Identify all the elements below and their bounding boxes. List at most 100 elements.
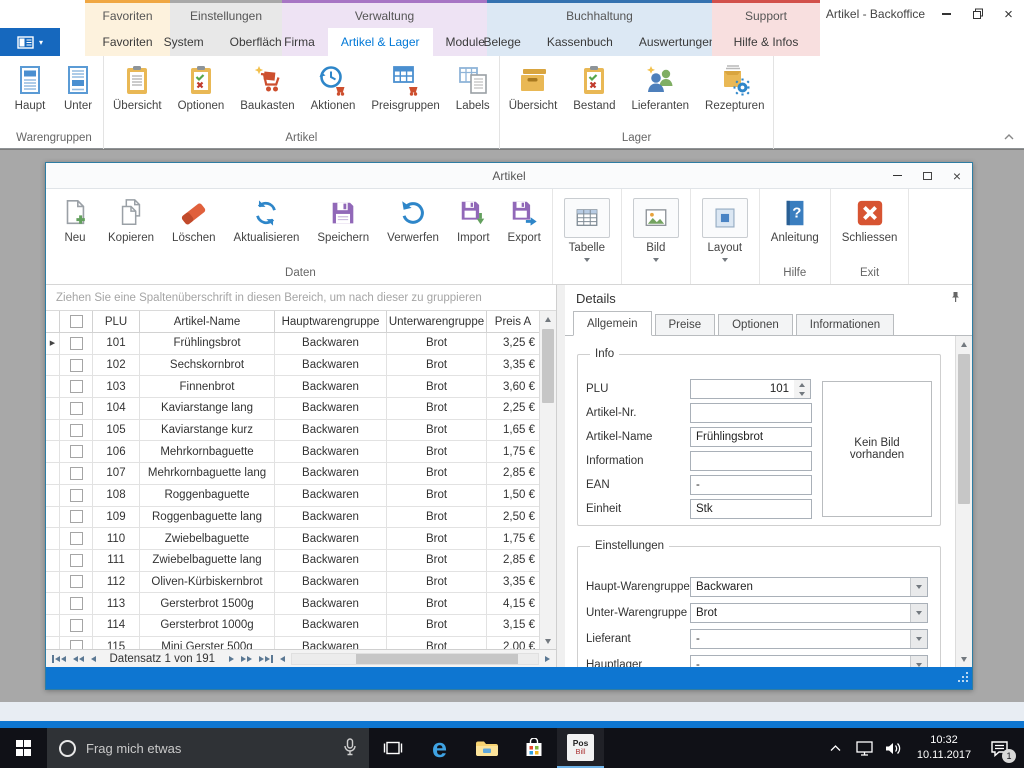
field-ean-input[interactable]: - (690, 475, 812, 495)
toolbar-button-export[interactable]: Export (499, 196, 550, 246)
grid-row[interactable]: 110ZwiebelbaguetteBackwarenBrot1,75 € (46, 528, 539, 550)
field-lieferant-input[interactable]: - (690, 629, 928, 649)
row-checkbox[interactable] (70, 532, 83, 545)
tray-chevron-button[interactable] (821, 728, 850, 768)
row-checkbox[interactable] (70, 619, 83, 632)
grid-row[interactable]: 106MehrkornbaguetteBackwarenBrot1,75 € (46, 441, 539, 463)
field-plu-spinner[interactable] (794, 379, 811, 399)
ribbon-tab-system[interactable]: System (151, 28, 217, 56)
scroll-down-icon[interactable] (956, 651, 972, 667)
ribbon-tab-hilfe-infos[interactable]: Hilfe & Infos (721, 28, 812, 56)
grid-column-header-preis-a[interactable]: Preis A (487, 311, 540, 333)
ribbon-button-unter[interactable]: Unter (54, 61, 102, 115)
row-checkbox[interactable] (70, 489, 83, 502)
ribbon-button-bestand[interactable]: Bestand (565, 61, 623, 115)
field-haupt-warengruppe-input[interactable]: Backwaren (690, 577, 928, 597)
grid-row[interactable]: 103FinnenbrotBackwarenBrot3,60 € (46, 376, 539, 398)
details-scroll-thumb[interactable] (958, 354, 970, 504)
field-hauptlager-dropdown[interactable] (910, 656, 927, 667)
toolbar-button-neu[interactable]: Neu (51, 196, 99, 246)
field-information-input[interactable] (690, 451, 812, 471)
field-plu-input[interactable]: 101 (690, 379, 795, 399)
row-checkbox[interactable] (70, 402, 83, 415)
nav-prev-button[interactable] (88, 650, 99, 667)
close-button[interactable]: × (993, 0, 1024, 28)
ribbon-tab-firma[interactable]: Firma (271, 28, 328, 56)
field-unter-warengruppe-input[interactable]: Brot (690, 603, 928, 623)
toolbar-button-loeschen[interactable]: Löschen (163, 196, 224, 246)
details-tab-optionen[interactable]: Optionen (718, 314, 793, 335)
row-checkbox[interactable] (70, 445, 83, 458)
ribbon-tab-kassenbuch[interactable]: Kassenbuch (534, 28, 626, 56)
grid-column-header-artikel-name[interactable]: Artikel-Name (140, 311, 275, 333)
network-button[interactable] (850, 728, 879, 768)
hscroll-thumb[interactable] (356, 654, 519, 664)
grid-row[interactable]: 105Kaviarstange kurzBackwarenBrot1,65 € (46, 420, 539, 442)
grid-scroll-thumb[interactable] (542, 329, 554, 403)
minimize-button[interactable] (931, 0, 962, 28)
ribbon-button-aktionen[interactable]: Aktionen (303, 61, 364, 115)
grid-column-header-hauptwarengruppe[interactable]: Hauptwarengruppe (275, 311, 387, 333)
details-tab-allgemein[interactable]: Allgemein (573, 311, 652, 336)
cortana-search[interactable]: Frag mich etwas (47, 728, 369, 768)
toolbar-button-bild[interactable]: Bild (624, 196, 688, 264)
artikel-maximize-button[interactable] (912, 164, 942, 188)
grid-row[interactable]: 109Roggenbaguette langBackwarenBrot2,50 … (46, 507, 539, 529)
row-checkbox[interactable] (70, 640, 83, 649)
nav-last-button[interactable] (256, 650, 276, 667)
grid-row[interactable]: 112Oliven-KürbiskernbrotBackwarenBrot3,3… (46, 572, 539, 594)
ribbon-button-baukasten[interactable]: Baukasten (232, 61, 302, 115)
volume-button[interactable] (879, 728, 908, 768)
file-explorer-button[interactable] (463, 728, 510, 768)
toolbar-button-speichern[interactable]: Speichern (308, 196, 378, 246)
nav-prev-page-button[interactable] (70, 650, 87, 667)
scroll-down-icon[interactable] (540, 633, 556, 649)
store-button[interactable] (510, 728, 557, 768)
ribbon-button-optionen[interactable]: Optionen (170, 61, 233, 115)
grid-row[interactable]: 104Kaviarstange langBackwarenBrot2,25 € (46, 398, 539, 420)
ribbon-collapse-button[interactable] (1004, 131, 1014, 143)
field-haupt-warengruppe-dropdown[interactable] (910, 578, 927, 596)
ribbon-button-rezepturen[interactable]: Rezepturen (697, 61, 772, 115)
scroll-up-icon[interactable] (956, 336, 972, 352)
action-center-button[interactable]: 1 (980, 728, 1018, 768)
microphone-icon[interactable] (343, 738, 357, 759)
ribbon-button-preisgruppen[interactable]: Preisgruppen (363, 61, 447, 115)
row-checkbox[interactable] (70, 359, 83, 372)
field-unter-warengruppe-dropdown[interactable] (910, 604, 927, 622)
toolbar-button-aktualisieren[interactable]: Aktualisieren (225, 196, 309, 246)
row-checkbox[interactable] (70, 510, 83, 523)
grid-row[interactable]: 114Gersterbrot 1000gBackwarenBrot3,15 € (46, 615, 539, 637)
pin-icon[interactable] (950, 291, 961, 306)
start-button[interactable] (0, 728, 47, 768)
toolbar-button-schliessen[interactable]: Schliessen (833, 196, 907, 246)
scroll-up-icon[interactable] (540, 311, 556, 327)
field-artikel-nr-input[interactable] (690, 403, 812, 423)
grid-row[interactable]: ▶101FrühlingsbrotBackwarenBrot3,25 € (46, 333, 539, 355)
ribbon-button-haupt[interactable]: Haupt (6, 61, 54, 115)
row-checkbox[interactable] (70, 575, 83, 588)
toolbar-button-tabelle[interactable]: Tabelle (555, 196, 619, 264)
row-checkbox[interactable] (70, 337, 83, 350)
details-tab-informationen[interactable]: Informationen (796, 314, 894, 335)
hscroll-left-button[interactable] (277, 650, 288, 667)
grid-row[interactable]: 108RoggenbaguetteBackwarenBrot1,50 € (46, 485, 539, 507)
row-checkbox[interactable] (70, 554, 83, 567)
field-lieferant-dropdown[interactable] (910, 630, 927, 648)
toolbar-button-kopieren[interactable]: Kopieren (99, 196, 163, 246)
nav-first-button[interactable] (49, 650, 69, 667)
grid-row[interactable]: 115Mini Gerster 500gBackwarenBrot2,00 € (46, 637, 539, 649)
details-vertical-scrollbar[interactable] (955, 336, 972, 667)
ribbon-button-uebersicht[interactable]: Übersicht (105, 61, 170, 115)
task-view-button[interactable] (369, 728, 416, 768)
row-checkbox[interactable] (70, 597, 83, 610)
resize-grip[interactable] (958, 672, 969, 686)
ribbon-button-lieferanten[interactable]: Lieferanten (623, 61, 697, 115)
field-einheit-input[interactable]: Stk (690, 499, 812, 519)
grid-row[interactable]: 102SechskornbrotBackwarenBrot3,35 € (46, 355, 539, 377)
grid-row[interactable]: 107Mehrkornbaguette langBackwarenBrot2,8… (46, 463, 539, 485)
toolbar-button-import[interactable]: Import (448, 196, 499, 246)
nav-next-button[interactable] (226, 650, 237, 667)
app-menu-button[interactable]: ▾ (0, 28, 60, 56)
ribbon-button-uebersicht[interactable]: Übersicht (501, 61, 566, 115)
